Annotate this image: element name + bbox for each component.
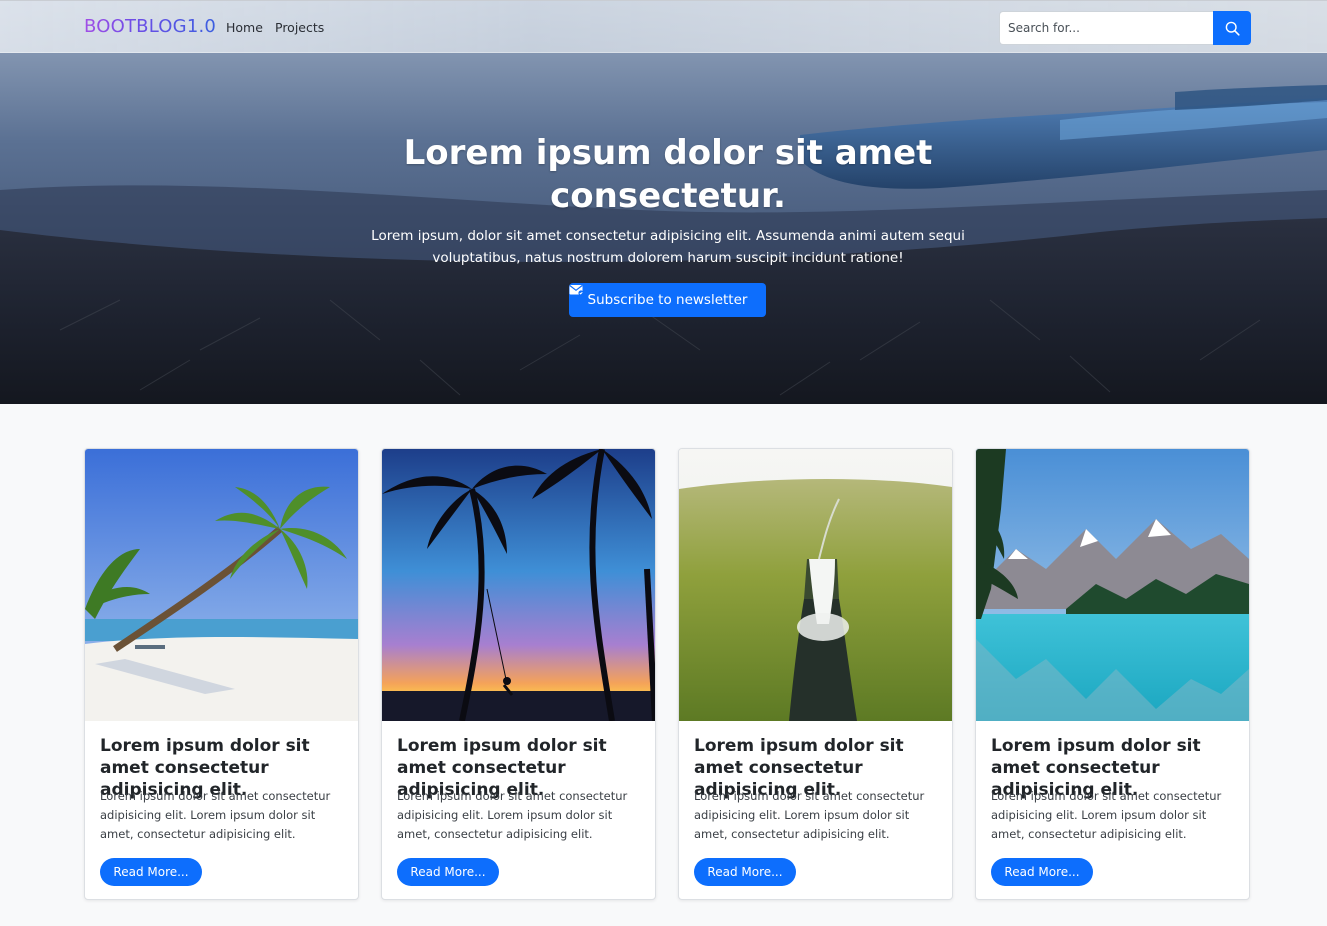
card-text: Lorem ipsum dolor sit amet consectetur a… [694,789,925,841]
search-input[interactable] [999,11,1214,45]
subscribe-label: Subscribe to newsletter [587,292,748,308]
card-text: Lorem ipsum dolor sit amet consectetur a… [991,789,1222,841]
post-card: Lorem ipsum dolor sit amet consectetur a… [678,448,953,900]
waterfall-valley-photo [679,449,952,721]
search-icon [1225,21,1240,36]
subscribe-button[interactable]: Subscribe to newsletter [569,283,766,317]
post-card: Lorem ipsum dolor sit amet consectetur a… [84,448,359,900]
card-text: Lorem ipsum dolor sit amet consectetur a… [100,789,331,841]
hero-title: Lorem ipsum dolor sit amet consectetur. [403,133,933,216]
beach-palm-photo [85,449,358,721]
read-more-button[interactable]: Read More... [694,858,796,886]
search-button[interactable] [1213,11,1251,45]
mountain-lake-photo [976,449,1249,721]
read-more-button[interactable]: Read More... [991,858,1093,886]
nav-link-projects[interactable]: Projects [275,20,324,35]
hero-subtitle: Lorem ipsum, dolor sit amet consectetur … [371,228,965,266]
card-text: Lorem ipsum dolor sit amet consectetur a… [397,789,628,841]
envelope-icon [569,285,584,296]
post-card: Lorem ipsum dolor sit amet consectetur a… [381,448,656,900]
read-more-button[interactable]: Read More... [100,858,202,886]
search-form [999,11,1251,45]
sunset-swing-photo [382,449,655,721]
read-more-button[interactable]: Read More... [397,858,499,886]
post-card: Lorem ipsum dolor sit amet consectetur a… [975,448,1250,900]
brand-logo[interactable]: BOOTBLOG1.0 [84,16,216,37]
nav-link-home[interactable]: Home [226,20,263,35]
top-navbar: BOOTBLOG1.0 Home Projects [0,0,1327,53]
hero-banner: Lorem ipsum dolor sit amet consectetur. … [0,0,1327,404]
